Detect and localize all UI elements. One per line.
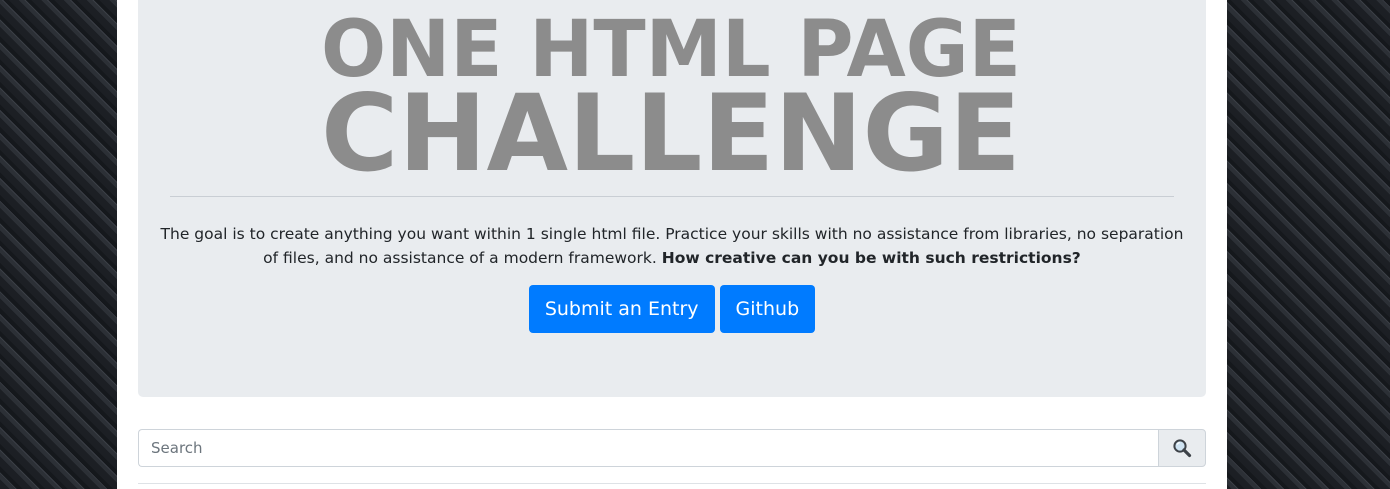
github-button[interactable]: Github xyxy=(719,285,816,333)
hero-description: The goal is to create anything you want … xyxy=(158,222,1186,270)
hero-description-bold: How creative can you be with such restri… xyxy=(661,249,1081,267)
search-bar xyxy=(138,429,1206,467)
search-input[interactable] xyxy=(138,429,1158,467)
main-container: ONE HTML PAGE CHALLENGE The goal is to c… xyxy=(117,0,1227,489)
submit-entry-button[interactable]: Submit an Entry xyxy=(528,285,715,333)
hero-buttons: Submit an Entry Github xyxy=(138,285,1206,333)
hero-jumbotron: ONE HTML PAGE CHALLENGE The goal is to c… xyxy=(138,0,1206,397)
challenge-logo: ONE HTML PAGE CHALLENGE xyxy=(321,12,1021,172)
content-divider xyxy=(138,483,1206,484)
logo-line-2: CHALLENGE xyxy=(321,72,1021,172)
magnifier-icon xyxy=(1173,439,1192,458)
search-button[interactable] xyxy=(1158,429,1206,467)
hero-divider xyxy=(170,196,1174,197)
